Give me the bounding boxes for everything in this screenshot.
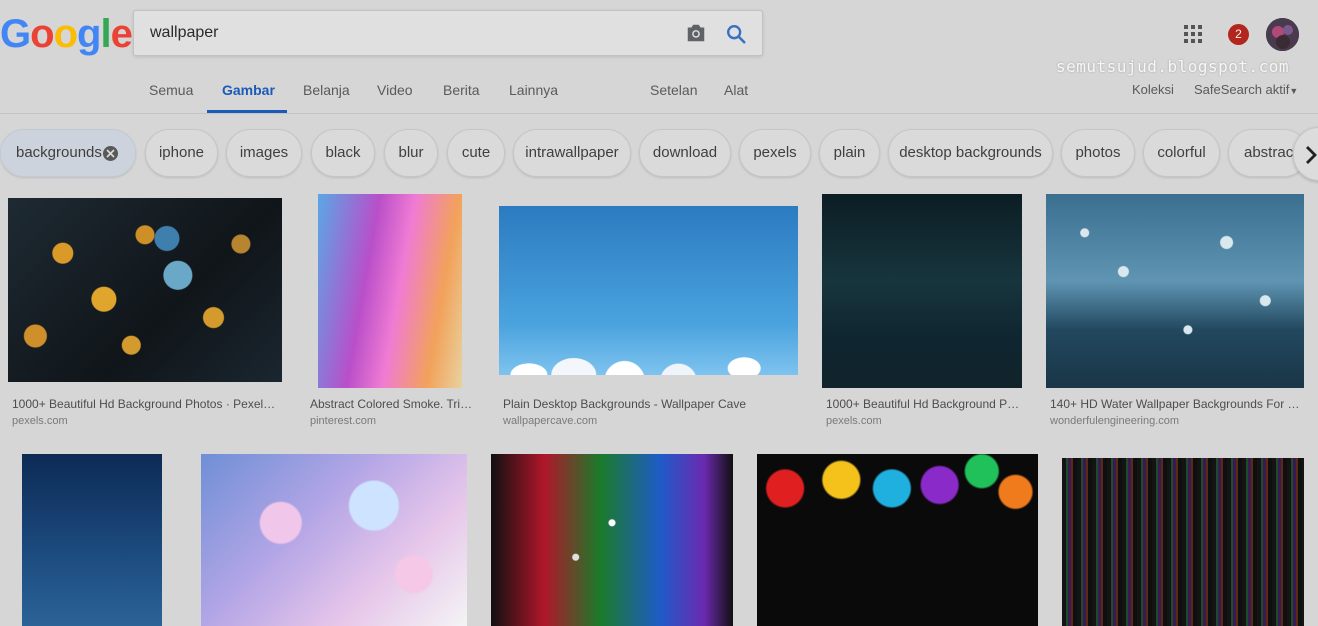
tab-berita[interactable]: Berita <box>443 82 480 98</box>
camera-icon[interactable] <box>685 23 707 43</box>
result-source: wonderfulengineering.com <box>1050 415 1180 427</box>
chip-iphone[interactable]: iphone <box>145 129 218 177</box>
result-title[interactable]: 140+ HD Water Wallpaper Backgrounds For … <box>1050 397 1302 411</box>
logo-letter: e <box>110 12 133 56</box>
dropdown-arrow-icon: ▼ <box>1289 86 1299 96</box>
tools-link[interactable]: Alat <box>724 82 748 98</box>
result-source: wallpapercave.com <box>503 415 598 427</box>
result-thumbnail[interactable] <box>1046 194 1304 388</box>
tab-gambar[interactable]: Gambar <box>222 82 275 98</box>
chip-desktop-backgrounds[interactable]: desktop backgrounds <box>888 129 1053 177</box>
result-thumbnail[interactable] <box>757 454 1038 626</box>
chip-label: backgrounds <box>16 144 102 161</box>
chip-download[interactable]: download <box>639 129 731 177</box>
result-thumbnail[interactable] <box>8 198 282 382</box>
tab-semua[interactable]: Semua <box>149 82 193 98</box>
search-box[interactable]: wallpaper <box>133 10 763 56</box>
apps-grid-icon[interactable] <box>1184 25 1202 43</box>
notification-badge[interactable]: 2 <box>1228 24 1249 45</box>
chip-plain[interactable]: plain <box>819 129 880 177</box>
close-icon[interactable] <box>103 146 118 161</box>
result-title[interactable]: Plain Desktop Backgrounds - Wallpaper Ca… <box>503 397 797 411</box>
logo-letter: g <box>77 12 101 56</box>
tab-lainnya[interactable]: Lainnya <box>509 82 558 98</box>
result-title[interactable]: Abstract Colored Smoke. Trippy Backgroun… <box>310 397 474 411</box>
avatar[interactable] <box>1266 18 1299 51</box>
search-input[interactable]: wallpaper <box>150 24 218 42</box>
watermark-text: semutsujud.blogspot.com <box>1056 57 1290 76</box>
chip-intrawallpaper[interactable]: intrawallpaper <box>513 129 631 177</box>
chevron-right-icon <box>1306 146 1317 164</box>
chip-pexels[interactable]: pexels <box>739 129 811 177</box>
logo-letter: o <box>30 12 54 56</box>
safesearch-dropdown[interactable]: SafeSearch aktif▼ <box>1194 82 1298 97</box>
tab-video[interactable]: Video <box>377 82 413 98</box>
chip-photos[interactable]: photos <box>1061 129 1135 177</box>
chip-black[interactable]: black <box>311 129 375 177</box>
result-thumbnail[interactable] <box>822 194 1022 388</box>
logo-letter: o <box>53 12 78 56</box>
logo-letter: G <box>0 12 31 56</box>
chip-backgrounds[interactable]: backgrounds <box>0 129 136 177</box>
tab-belanja[interactable]: Belanja <box>303 82 350 98</box>
collections-link[interactable]: Koleksi <box>1132 82 1174 97</box>
image-result[interactable]: Abstract Colored Smoke. Trippy Backgroun… <box>306 194 476 430</box>
result-title[interactable]: 1000+ Beautiful Hd Background Photos · P… <box>12 397 278 411</box>
chip-images[interactable]: images <box>226 129 302 177</box>
result-thumbnail[interactable] <box>318 194 462 388</box>
chip-blur[interactable]: blur <box>384 129 438 177</box>
result-thumbnail[interactable] <box>201 454 467 626</box>
result-thumbnail[interactable] <box>1062 458 1304 626</box>
result-source: pexels.com <box>12 415 68 427</box>
search-icon[interactable] <box>725 23 747 45</box>
result-thumbnail[interactable] <box>491 454 733 626</box>
result-source: pexels.com <box>826 415 882 427</box>
google-logo[interactable]: Google <box>0 12 133 56</box>
header: Google wallpaper 2 semutsujud.blogspot.c… <box>0 0 1318 114</box>
chip-colorful[interactable]: colorful <box>1143 129 1220 177</box>
active-tab-indicator <box>207 110 287 113</box>
logo-letter: l <box>100 12 111 56</box>
image-result[interactable]: Plain Desktop Backgrounds - Wallpaper Ca… <box>499 206 799 430</box>
image-result[interactable]: 1000+ Beautiful Hd Background Photos pex… <box>822 194 1022 430</box>
image-result[interactable]: 140+ HD Water Wallpaper Backgrounds For … <box>1046 194 1304 430</box>
result-thumbnail[interactable] <box>499 206 798 375</box>
image-result[interactable]: 1000+ Beautiful Hd Background Photos · P… <box>8 198 282 430</box>
related-search-chips: backgrounds iphone images black blur cut… <box>0 127 1318 181</box>
result-source: pinterest.com <box>310 415 377 427</box>
result-thumbnail[interactable] <box>22 454 162 626</box>
result-title[interactable]: 1000+ Beautiful Hd Background Photos <box>826 397 1020 411</box>
settings-link[interactable]: Setelan <box>650 82 697 98</box>
safesearch-label: SafeSearch aktif <box>1194 82 1290 97</box>
chip-cute[interactable]: cute <box>447 129 505 177</box>
